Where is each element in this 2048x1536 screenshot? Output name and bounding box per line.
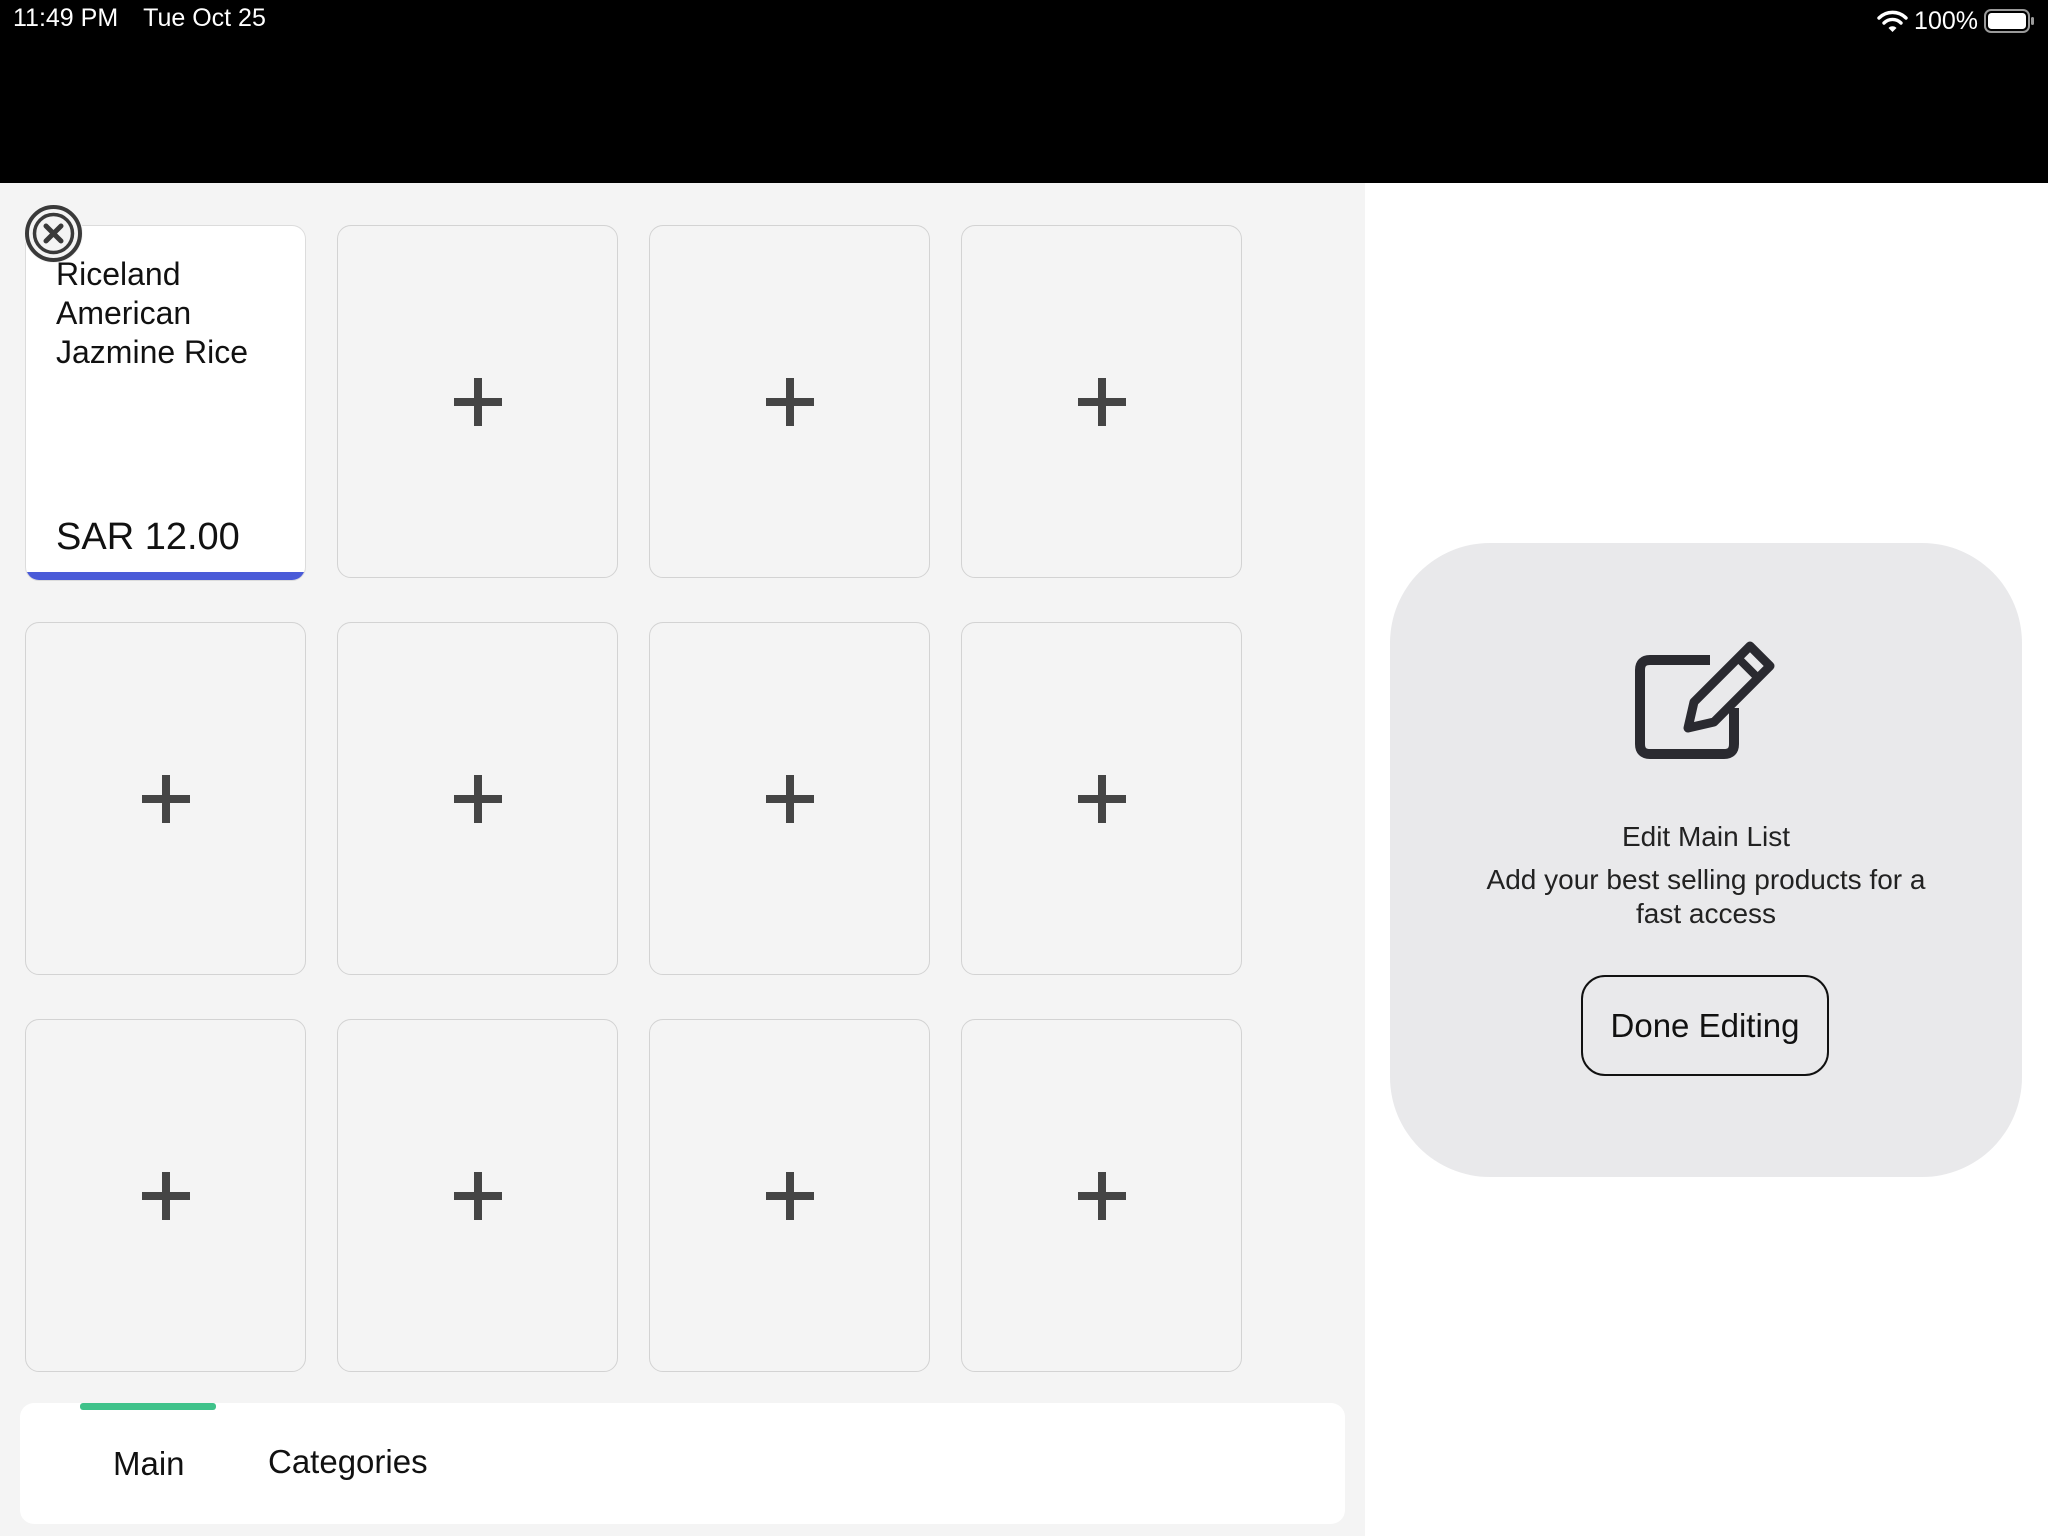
close-circle-icon	[25, 205, 82, 262]
plus-icon	[765, 1171, 814, 1220]
plus-icon	[1077, 1171, 1126, 1220]
edit-icon	[1635, 641, 1775, 759]
add-product-slot[interactable]	[649, 622, 930, 975]
add-product-slot[interactable]	[649, 1019, 930, 1372]
tab-bar: Main Categories	[20, 1403, 1345, 1524]
add-product-slot[interactable]	[337, 225, 618, 578]
status-date: Tue Oct 25	[143, 4, 266, 32]
status-time: 11:49 PM	[13, 4, 119, 32]
tab-categories-label: Categories	[268, 1443, 428, 1480]
product-tile[interactable]: Riceland American Jazmine Rice SAR 12.00	[25, 225, 306, 581]
add-product-slot[interactable]	[25, 1019, 306, 1372]
add-product-slot[interactable]	[649, 225, 930, 578]
status-bar: 11:49 PM Tue Oct 25 100%	[0, 0, 2048, 183]
plus-icon	[453, 377, 502, 426]
edit-panel-title: Edit Main List	[1621, 821, 1791, 852]
add-product-slot[interactable]	[337, 622, 618, 975]
battery-full-icon	[1984, 9, 2034, 33]
plus-icon	[1077, 377, 1126, 426]
status-indicators: 100%	[1877, 4, 2036, 38]
add-product-slot[interactable]	[25, 622, 306, 975]
plus-icon	[453, 774, 502, 823]
battery-percent: 100%	[1914, 6, 1978, 35]
product-price: SAR 12.00	[56, 516, 240, 558]
add-product-slot[interactable]	[961, 622, 1242, 975]
done-editing-button[interactable]: Done Editing	[1581, 975, 1829, 1076]
edit-panel-description: Add your best selling products for a fas…	[1486, 864, 1926, 929]
add-product-slot[interactable]	[961, 225, 1242, 578]
plus-icon	[765, 774, 814, 823]
active-tab-indicator	[80, 1403, 216, 1410]
add-product-slot[interactable]	[961, 1019, 1242, 1372]
plus-icon	[453, 1171, 502, 1220]
product-name: Riceland American Jazmine Rice	[56, 256, 249, 370]
add-product-slot[interactable]	[337, 1019, 618, 1372]
status-time-date: 11:49 PM Tue Oct 25	[13, 4, 266, 33]
tab-main[interactable]: Main	[60, 1403, 216, 1524]
plus-icon	[141, 1171, 190, 1220]
wifi-icon	[1877, 10, 1908, 32]
plus-icon	[1077, 774, 1126, 823]
tab-categories[interactable]: Categories	[268, 1403, 438, 1524]
edit-main-list-card: Edit Main List Add your best selling pro…	[1390, 543, 2022, 1177]
product-selected-underline	[26, 572, 305, 580]
remove-product-button[interactable]	[24, 204, 83, 263]
plus-icon	[141, 774, 190, 823]
plus-icon	[765, 377, 814, 426]
tab-main-label: Main	[113, 1445, 185, 1482]
